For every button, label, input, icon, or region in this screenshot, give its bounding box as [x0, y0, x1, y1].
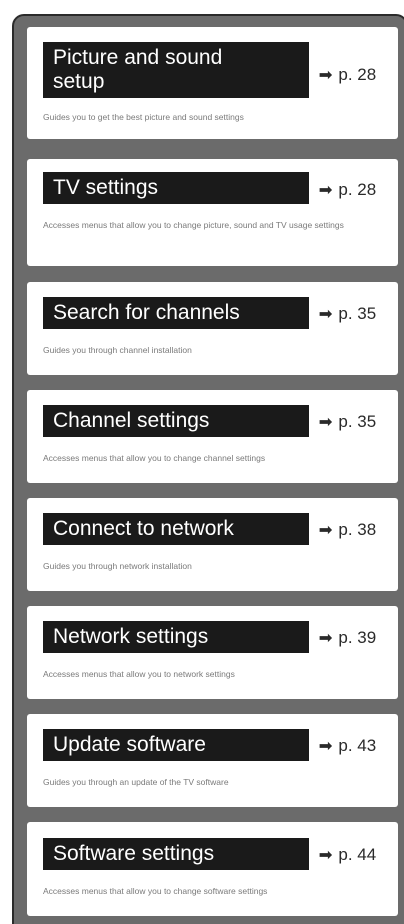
item-description: Guides you through an update of the TV s…: [43, 777, 229, 787]
menu-item-picture-and-sound-setup: Picture and sound setup ➟ p. 28 Guides yo…: [27, 27, 398, 139]
arrow-right-icon: ➟: [319, 738, 333, 755]
item-description: Accesses menus that allow you to change …: [43, 220, 344, 230]
item-title: Software settings: [43, 838, 309, 870]
page-number: p. 44: [338, 845, 377, 864]
page-reference: ➟ p. 35: [319, 412, 376, 432]
arrow-right-icon: ➟: [319, 306, 333, 323]
page-reference: ➟ p. 38: [319, 520, 376, 540]
menu-item-search-for-channels: Search for channels ➟ p. 35 Guides you th…: [27, 282, 398, 375]
item-title-line: Connect to network: [53, 517, 234, 540]
arrow-right-icon: ➟: [319, 182, 333, 199]
page-number: p. 43: [338, 736, 377, 755]
item-title-line: Software settings: [53, 842, 215, 865]
page-reference: ➟ p. 43: [319, 736, 376, 756]
item-description: Guides you to get the best picture and s…: [43, 112, 244, 122]
page-reference: ➟ p. 35: [319, 304, 376, 324]
page-reference: ➟ p. 28: [319, 65, 376, 85]
item-title: Picture and sound setup: [43, 42, 309, 98]
page-number: p. 28: [338, 65, 377, 84]
menu-item-update-software: Update software ➟ p. 43 Guides you throug…: [27, 714, 398, 807]
item-title-line: Picture and sound: [53, 46, 223, 69]
arrow-right-icon: ➟: [319, 67, 333, 84]
menu-item-network-settings: Network settings ➟ p. 39 Accesses menus t…: [27, 606, 398, 699]
page-number: p. 39: [338, 628, 377, 647]
item-description: Accesses menus that allow you to change …: [43, 453, 266, 463]
item-description: Guides you through channel installation: [43, 345, 192, 355]
item-description: Guides you through network installation: [43, 561, 192, 571]
page-number: p. 38: [338, 520, 377, 539]
item-title: Channel settings: [43, 405, 309, 437]
arrow-right-icon: ➟: [319, 414, 333, 431]
menu-item-connect-to-network: Connect to network ➟ p. 38 Guides you thr…: [27, 498, 398, 591]
page-reference: ➟ p. 44: [319, 845, 376, 865]
item-title-line: setup: [53, 70, 105, 93]
manual-page: Picture and sound setup ➟ p. 28 Guides yo…: [0, 0, 404, 924]
arrow-right-icon: ➟: [319, 522, 333, 539]
item-title-line: Network settings: [53, 625, 209, 648]
item-title-line: Search for channels: [53, 301, 240, 324]
menu-item-tv-settings: TV settings ➟ p. 28 Accesses menus that a…: [27, 159, 398, 266]
page-reference: ➟ p. 28: [319, 180, 376, 200]
page-number: p. 35: [338, 412, 377, 431]
item-description: Accesses menus that allow you to change …: [43, 886, 268, 896]
menu-item-software-settings: Software settings ➟ p. 44 Accesses menus …: [27, 822, 398, 916]
page-number: p. 35: [338, 304, 377, 323]
arrow-right-icon: ➟: [319, 630, 333, 647]
menu-item-channel-settings: Channel settings ➟ p. 35 Accesses menus t…: [27, 390, 398, 483]
item-title: TV settings: [43, 172, 309, 204]
item-description: Accesses menus that allow you to network…: [43, 669, 235, 679]
item-title-line: Channel settings: [53, 409, 210, 432]
arrow-right-icon: ➟: [319, 847, 333, 864]
page-reference: ➟ p. 39: [319, 628, 376, 648]
page-number: p. 28: [338, 180, 377, 199]
item-title: Connect to network: [43, 513, 309, 545]
item-title: Update software: [43, 729, 309, 761]
item-title: Network settings: [43, 621, 309, 653]
item-title-line: TV settings: [53, 176, 159, 199]
item-title: Search for channels: [43, 297, 309, 329]
item-title-line: Update software: [53, 733, 206, 756]
